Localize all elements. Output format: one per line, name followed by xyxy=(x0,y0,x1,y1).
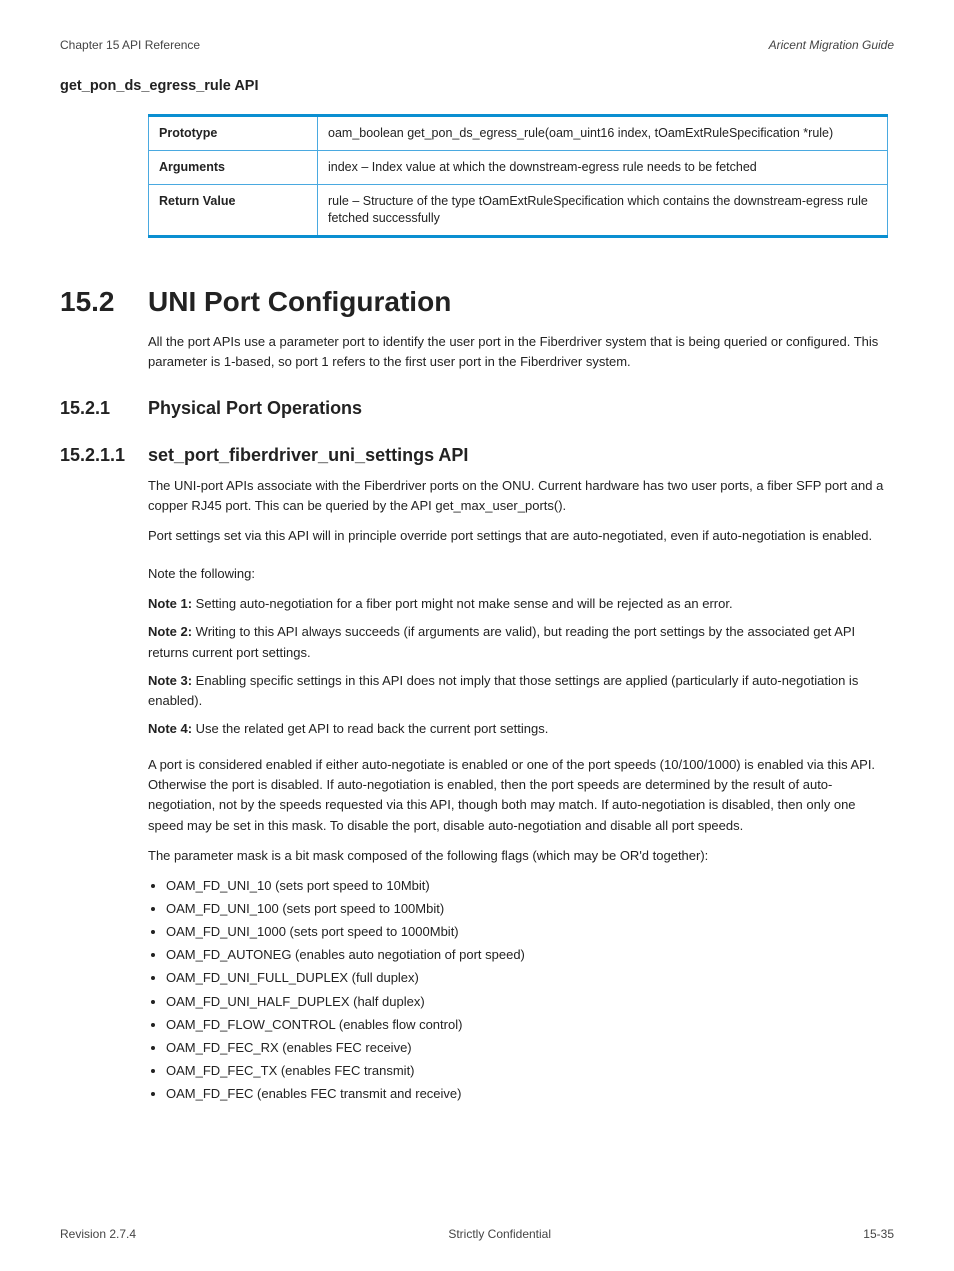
list-item: OAM_FD_FLOW_CONTROL (enables flow contro… xyxy=(166,1015,894,1035)
subsubsection-title: set_port_fiberdriver_uni_settings API xyxy=(148,445,468,466)
note-lead: Note the following: xyxy=(148,564,894,584)
paragraph: All the port APIs use a parameter port t… xyxy=(148,332,894,372)
cell-key: Arguments xyxy=(149,150,318,184)
list-item: OAM_FD_UNI_100 (sets port speed to 100Mb… xyxy=(166,899,894,919)
note-text: Enabling specific settings in this API d… xyxy=(148,673,858,708)
list-item: OAM_FD_UNI_FULL_DUPLEX (full duplex) xyxy=(166,968,894,988)
table-row: Arguments index – Index value at which t… xyxy=(149,150,888,184)
cell-key: Prototype xyxy=(149,116,318,151)
subsubsection-number: 15.2.1.1 xyxy=(60,445,148,466)
api-title: get_pon_ds_egress_rule API xyxy=(60,78,894,94)
note-text: Use the related get API to read back the… xyxy=(196,721,549,736)
cell-value: index – Index value at which the downstr… xyxy=(318,150,888,184)
list-item: OAM_FD_FEC (enables FEC transmit and rec… xyxy=(166,1084,894,1104)
page-footer: Revision 2.7.4 Strictly Confidential 15-… xyxy=(60,1227,894,1241)
paragraph: The parameter mask is a bit mask compose… xyxy=(148,846,894,866)
page-header: Chapter 15 API Reference Aricent Migrati… xyxy=(60,38,894,52)
note-item: Note 1: Setting auto-negotiation for a f… xyxy=(148,594,894,614)
footer-page: 15-35 xyxy=(863,1227,894,1241)
paragraph: Port settings set via this API will in p… xyxy=(148,526,894,546)
chapter-label: Chapter 15 API Reference xyxy=(60,38,200,52)
subsection-heading: 15.2.1 Physical Port Operations xyxy=(60,398,894,419)
note-text: Writing to this API always succeeds (if … xyxy=(148,624,855,659)
cell-value: oam_boolean get_pon_ds_egress_rule(oam_u… xyxy=(318,116,888,151)
api-spec-table: Prototype oam_boolean get_pon_ds_egress_… xyxy=(148,114,888,238)
table-row: Return Value rule – Structure of the typ… xyxy=(149,184,888,236)
paragraph: The UNI-port APIs associate with the Fib… xyxy=(148,476,894,516)
subsection-number: 15.2.1 xyxy=(60,398,148,419)
guide-label: Aricent Migration Guide xyxy=(769,38,894,52)
note-item: Note 3: Enabling specific settings in th… xyxy=(148,671,894,711)
footer-confidential: Strictly Confidential xyxy=(448,1227,551,1241)
section-number: 15.2 xyxy=(60,286,148,318)
section-title: UNI Port Configuration xyxy=(148,286,451,318)
flag-list: OAM_FD_UNI_10 (sets port speed to 10Mbit… xyxy=(148,876,894,1104)
list-item: OAM_FD_UNI_HALF_DUPLEX (half duplex) xyxy=(166,992,894,1012)
list-item: OAM_FD_FEC_TX (enables FEC transmit) xyxy=(166,1061,894,1081)
cell-value: rule – Structure of the type tOamExtRule… xyxy=(318,184,888,236)
footer-revision: Revision 2.7.4 xyxy=(60,1227,136,1241)
subsection-title: Physical Port Operations xyxy=(148,398,362,419)
list-item: OAM_FD_FEC_RX (enables FEC receive) xyxy=(166,1038,894,1058)
note-text: Setting auto-negotiation for a fiber por… xyxy=(196,596,733,611)
cell-key: Return Value xyxy=(149,184,318,236)
list-item: OAM_FD_AUTONEG (enables auto negotiation… xyxy=(166,945,894,965)
section-heading: 15.2 UNI Port Configuration xyxy=(60,286,894,318)
note-item: Note 4: Use the related get API to read … xyxy=(148,719,894,739)
note-item: Note 2: Writing to this API always succe… xyxy=(148,622,894,662)
list-item: OAM_FD_UNI_10 (sets port speed to 10Mbit… xyxy=(166,876,894,896)
list-item: OAM_FD_UNI_1000 (sets port speed to 1000… xyxy=(166,922,894,942)
paragraph: A port is considered enabled if either a… xyxy=(148,755,894,836)
subsubsection-heading: 15.2.1.1 set_port_fiberdriver_uni_settin… xyxy=(60,445,894,466)
table-row: Prototype oam_boolean get_pon_ds_egress_… xyxy=(149,116,888,151)
